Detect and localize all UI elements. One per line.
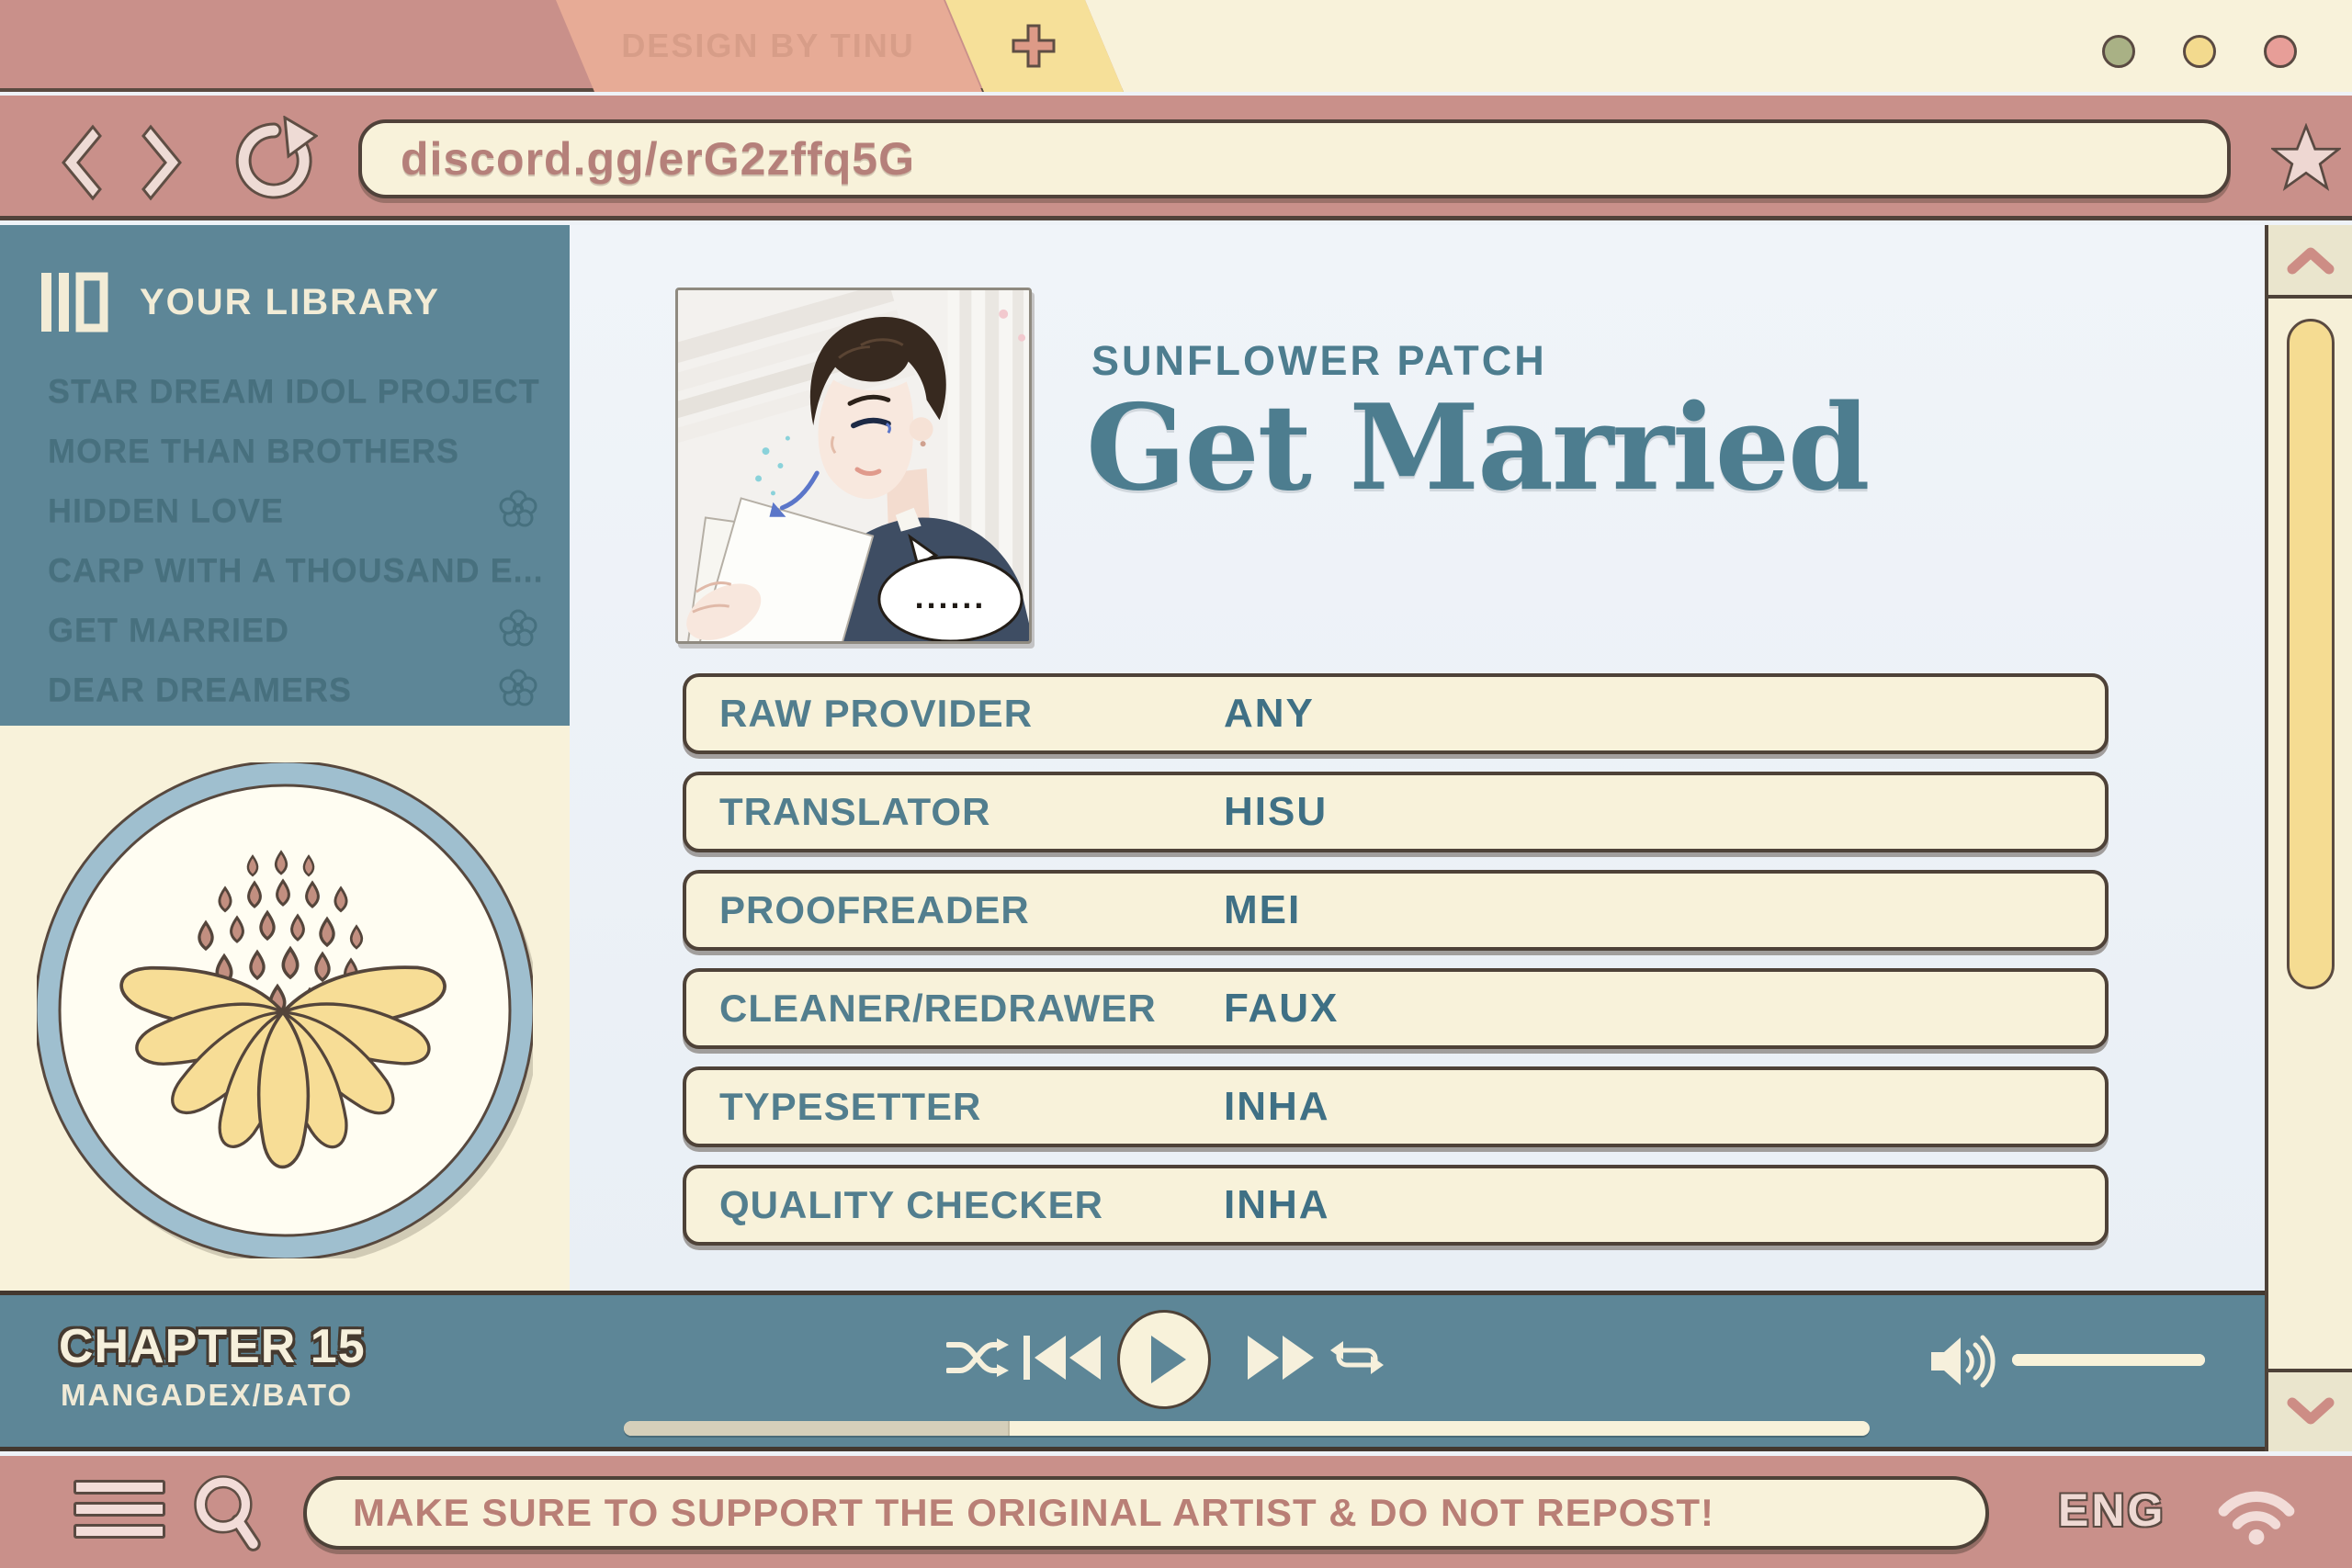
flower-badge-icon [498,669,538,709]
sidebar-library: YOUR LIBRARY STAR DREAM IDOL PROJECT MOR… [0,225,570,726]
page-title: Get Married [1086,379,1869,517]
status-bar: MAKE SURE TO SUPPORT THE ORIGINAL ARTIST… [0,1456,2352,1568]
credit-name: FAUX [1224,986,1339,1032]
sunflower-patch-logo [37,762,533,1258]
speech-bubble-text: ...... [915,579,987,615]
chapter-source: MANGADEX/BATO [61,1378,353,1413]
scroll-up-button[interactable] [2268,225,2352,299]
play-button[interactable] [1117,1310,1211,1409]
url-text: discord.gg/erG2zffq5G [401,132,915,186]
flower-badge-icon [498,490,538,530]
flower-badge-icon [498,609,538,649]
url-bar[interactable]: discord.gg/erG2zffq5G [358,119,2231,198]
wifi-icon[interactable] [2216,1478,2297,1546]
credit-name: HISU [1224,789,1328,835]
credit-row-quality-checker: QUALITY CHECKER INHA [683,1165,2109,1246]
sidebar-item-hidden-love[interactable]: HIDDEN LOVE [48,480,544,540]
volume-icon[interactable] [1929,1332,2007,1391]
progress-bar[interactable] [624,1421,1870,1436]
close-button[interactable] [2264,35,2297,68]
credit-row-translator: TRANSLATOR HISU [683,772,2109,852]
credit-role: CLEANER/REDRAWER [719,987,1157,1031]
main-content: ...... SUNFLOWER PATCH Get Married RAW P… [570,225,2265,1291]
window-controls [2102,35,2297,68]
language-indicator[interactable]: ENG [2058,1483,2165,1537]
sidebar-item-more-than-brothers[interactable]: MORE THAN BROTHERS [48,421,544,480]
player-bar: CHAPTER 15 MANGADEX/BATO [0,1291,2265,1451]
bookmark-star-icon[interactable] [2271,123,2341,193]
sidebar-item-dear-dreamers[interactable]: DEAR DREAMERS [48,660,544,719]
volume-fill [2012,1354,2205,1366]
library-icon [39,269,116,335]
browser-window: DESIGN BY TINU discord.gg/erG2zffq5G [0,0,2352,1568]
search-button[interactable] [191,1472,265,1555]
previous-button[interactable] [1022,1332,1106,1383]
notice-banner: MAKE SURE TO SUPPORT THE ORIGINAL ARTIST… [303,1476,1989,1550]
chevron-down-icon [2287,1396,2335,1427]
volume-slider[interactable] [2012,1354,2205,1366]
chapter-label: CHAPTER 15 [59,1319,366,1374]
group-name: SUNFLOWER PATCH [1091,337,1547,385]
credits-list: RAW PROVIDER ANY TRANSLATOR HISU PROOFRE… [683,673,2109,1263]
repeat-button[interactable] [1330,1336,1384,1380]
forward-button[interactable] [138,121,193,204]
maximize-button[interactable] [2183,35,2216,68]
notice-text: MAKE SURE TO SUPPORT THE ORIGINAL ARTIST… [353,1491,1714,1535]
sidebar-item-get-married[interactable]: GET MARRIED [48,600,544,660]
cover-image: ...... [675,288,1032,644]
window-titlebar: DESIGN BY TINU [0,0,2352,92]
chevron-up-icon [2287,244,2335,276]
credit-row-cleaner-redrawer: CLEANER/REDRAWER FAUX [683,968,2109,1049]
library-list: STAR DREAM IDOL PROJECT MORE THAN BROTHE… [48,361,544,719]
sidebar-logo-panel [0,726,570,1291]
credit-row-raw-provider: RAW PROVIDER ANY [683,673,2109,754]
browser-toolbar: discord.gg/erG2zffq5G [0,96,2352,220]
credit-name: ANY [1224,691,1315,737]
credit-role: TRANSLATOR [719,790,990,834]
ear [910,417,933,441]
menu-icon [74,1480,165,1495]
refresh-button[interactable] [230,116,318,204]
credit-role: QUALITY CHECKER [719,1183,1103,1227]
scrollbar[interactable] [2265,225,2352,1451]
credit-row-typesetter: TYPESETTER INHA [683,1066,2109,1147]
minimize-button[interactable] [2102,35,2135,68]
library-header: YOUR LIBRARY [39,269,440,335]
sidebar-item-carp-with-a-thousand-e[interactable]: CARP WITH A THOUSAND E... [48,540,544,600]
credit-role: TYPESETTER [719,1085,981,1129]
scrollbar-thumb[interactable] [2287,319,2335,989]
credit-name: INHA [1224,1084,1330,1130]
library-header-label: YOUR LIBRARY [140,282,440,323]
credit-role: PROOFREADER [719,888,1030,932]
shuffle-button[interactable] [946,1334,1009,1382]
credit-role: RAW PROVIDER [719,692,1033,736]
next-button[interactable] [1242,1332,1319,1383]
credit-name: INHA [1224,1182,1330,1228]
progress-fill [624,1421,1010,1436]
back-button[interactable] [51,121,106,204]
play-icon [1151,1336,1186,1383]
credit-row-proofreader: PROOFREADER MEI [683,870,2109,951]
scroll-down-button[interactable] [2268,1369,2352,1451]
browser-tab[interactable]: DESIGN BY TINU [554,0,982,92]
credit-name: MEI [1224,887,1301,933]
sidebar-item-star-dream-idol-project[interactable]: STAR DREAM IDOL PROJECT [48,361,544,421]
tab-title: DESIGN BY TINU [621,27,914,65]
menu-button[interactable] [74,1480,165,1546]
plus-icon [1008,20,1059,72]
